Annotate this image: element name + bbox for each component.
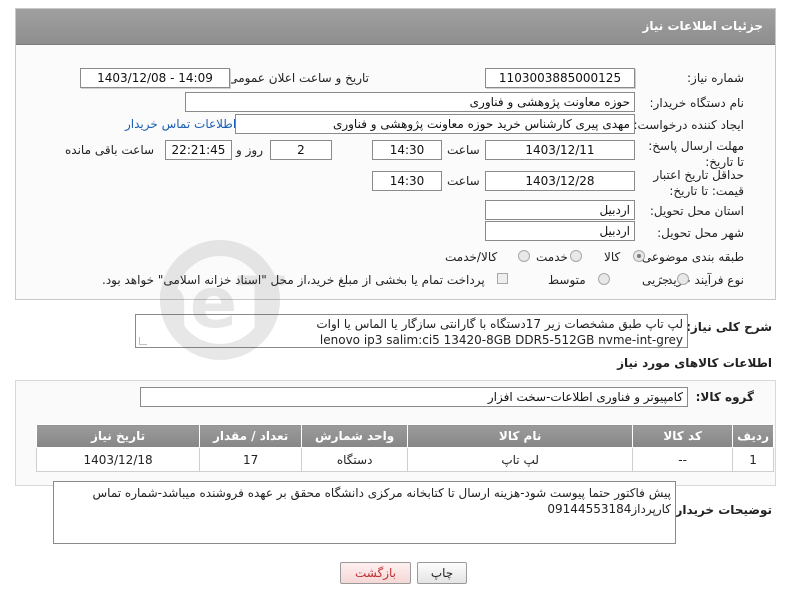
goods-group-field: کامپیوتر و فناوری اطلاعات-سخت افزار — [140, 387, 688, 407]
process-medium-radio[interactable] — [598, 273, 610, 285]
description-textarea[interactable]: لپ تاپ طبق مشخصات زیر 17دستگاه با گارانت… — [135, 314, 688, 348]
buyer-notes-label: توضیحات خریدار: — [670, 503, 772, 517]
days-label: روز و — [236, 143, 263, 157]
category-service-radio[interactable] — [570, 250, 582, 262]
buyer-org-field: حوزه معاونت پژوهشی و فناوری — [185, 92, 635, 112]
category-goods-label: کالا — [604, 250, 621, 264]
payment-note: پرداخت تمام یا بخشی از مبلغ خرید،از محل … — [102, 273, 485, 287]
print-button[interactable]: چاپ — [417, 562, 467, 584]
goods-table-header: ردیف کد کالا نام کالا واحد شمارش تعداد /… — [35, 424, 774, 448]
buyer-notes-text: پیش فاکتور حتما پیوست شود-هزینه ارسال تا… — [92, 486, 671, 516]
page-title: جزئیات اطلاعات نیاز — [642, 19, 763, 33]
validity-time-label: ساعت — [447, 174, 480, 188]
cell-row: 1 — [732, 447, 774, 472]
table-row[interactable]: 1 -- لپ تاپ دستگاه 17 1403/12/18 — [35, 447, 774, 472]
resize-grip-icon[interactable] — [139, 337, 147, 345]
city-field: اردبیل — [485, 221, 635, 241]
cell-name: لپ تاپ — [407, 447, 634, 472]
back-button[interactable]: بازگشت — [340, 562, 411, 584]
col-row: ردیف — [732, 424, 774, 448]
buyer-contact-link[interactable]: اطلاعات تماس خریدار — [125, 117, 236, 131]
description-label: شرح کلی نیاز: — [686, 320, 772, 334]
buyer-notes-textarea[interactable]: پیش فاکتور حتما پیوست شود-هزینه ارسال تا… — [53, 481, 676, 544]
cell-date: 1403/12/18 — [35, 447, 201, 472]
cell-qty: 17 — [199, 447, 303, 472]
validity-date-field: 1403/12/28 — [485, 171, 635, 191]
buyer-org-label: نام دستگاه خریدار: — [649, 96, 745, 110]
goods-table: ردیف کد کالا نام کالا واحد شمارش تعداد /… — [35, 424, 774, 472]
remaining-label: ساعت باقی مانده — [65, 143, 155, 157]
col-name: نام کالا — [407, 424, 634, 448]
category-goods-radio[interactable] — [633, 250, 645, 262]
process-label: نوع فرآیند خرید : — [659, 273, 744, 287]
cell-unit: دستگاه — [301, 447, 409, 472]
category-goods-service-label: کالا/خدمت — [445, 250, 498, 264]
process-minor-radio[interactable] — [677, 273, 689, 285]
col-code: کد کالا — [632, 424, 734, 448]
header-bar: جزئیات اطلاعات نیاز — [16, 9, 775, 45]
category-goods-service-radio[interactable] — [518, 250, 530, 262]
category-label: طبقه بندی موضوعی: — [637, 250, 744, 264]
need-number-field: 1103003885000125 — [485, 68, 635, 88]
col-date: تاریخ نیاز — [35, 424, 201, 448]
reply-time-label: ساعت — [447, 143, 480, 157]
category-service-label: خدمت — [536, 250, 568, 264]
remaining-time-field: 22:21:45 — [165, 140, 232, 160]
reply-date-field: 1403/12/11 — [485, 140, 635, 160]
goods-group-label: گروه کالا: — [695, 390, 754, 404]
reply-time-field: 14:30 — [372, 140, 442, 160]
days-field: 2 — [270, 140, 332, 160]
need-number-label: شماره نیاز: — [687, 71, 744, 85]
announce-label: تاریخ و ساعت اعلان عمومی: — [224, 71, 369, 85]
validity-label: حداقل تاریخ اعتبار قیمت: تا تاریخ: — [653, 168, 744, 198]
process-medium-label: متوسط — [548, 273, 586, 287]
description-line-1: لپ تاپ طبق مشخصات زیر 17دستگاه با گارانت… — [316, 317, 683, 331]
creator-label: ایجاد کننده درخواست: — [633, 118, 744, 132]
province-label: استان محل تحویل: — [649, 204, 744, 218]
description-line-2: lenovo ip3 salim:ci5 13420-8GB DDR5-512G… — [319, 333, 683, 347]
col-unit: واحد شمارش — [301, 424, 409, 448]
goods-section-title: اطلاعات کالاهای مورد نیاز — [617, 356, 772, 370]
province-field: اردبیل — [485, 200, 635, 220]
treasury-payment-checkbox[interactable] — [497, 273, 508, 284]
process-minor-label: جزیی — [642, 273, 670, 287]
creator-field: مهدی پیری کارشناس خرید حوزه معاونت پژوهش… — [235, 114, 635, 134]
city-label: شهر محل تحویل: — [657, 226, 744, 240]
validity-time-field: 14:30 — [372, 171, 442, 191]
col-qty: تعداد / مقدار — [199, 424, 303, 448]
announce-field: 1403/12/08 - 14:09 — [80, 68, 230, 88]
reply-deadline-label: مهلت ارسال پاسخ: تا تاریخ: — [648, 139, 744, 169]
cell-code: -- — [632, 447, 734, 472]
